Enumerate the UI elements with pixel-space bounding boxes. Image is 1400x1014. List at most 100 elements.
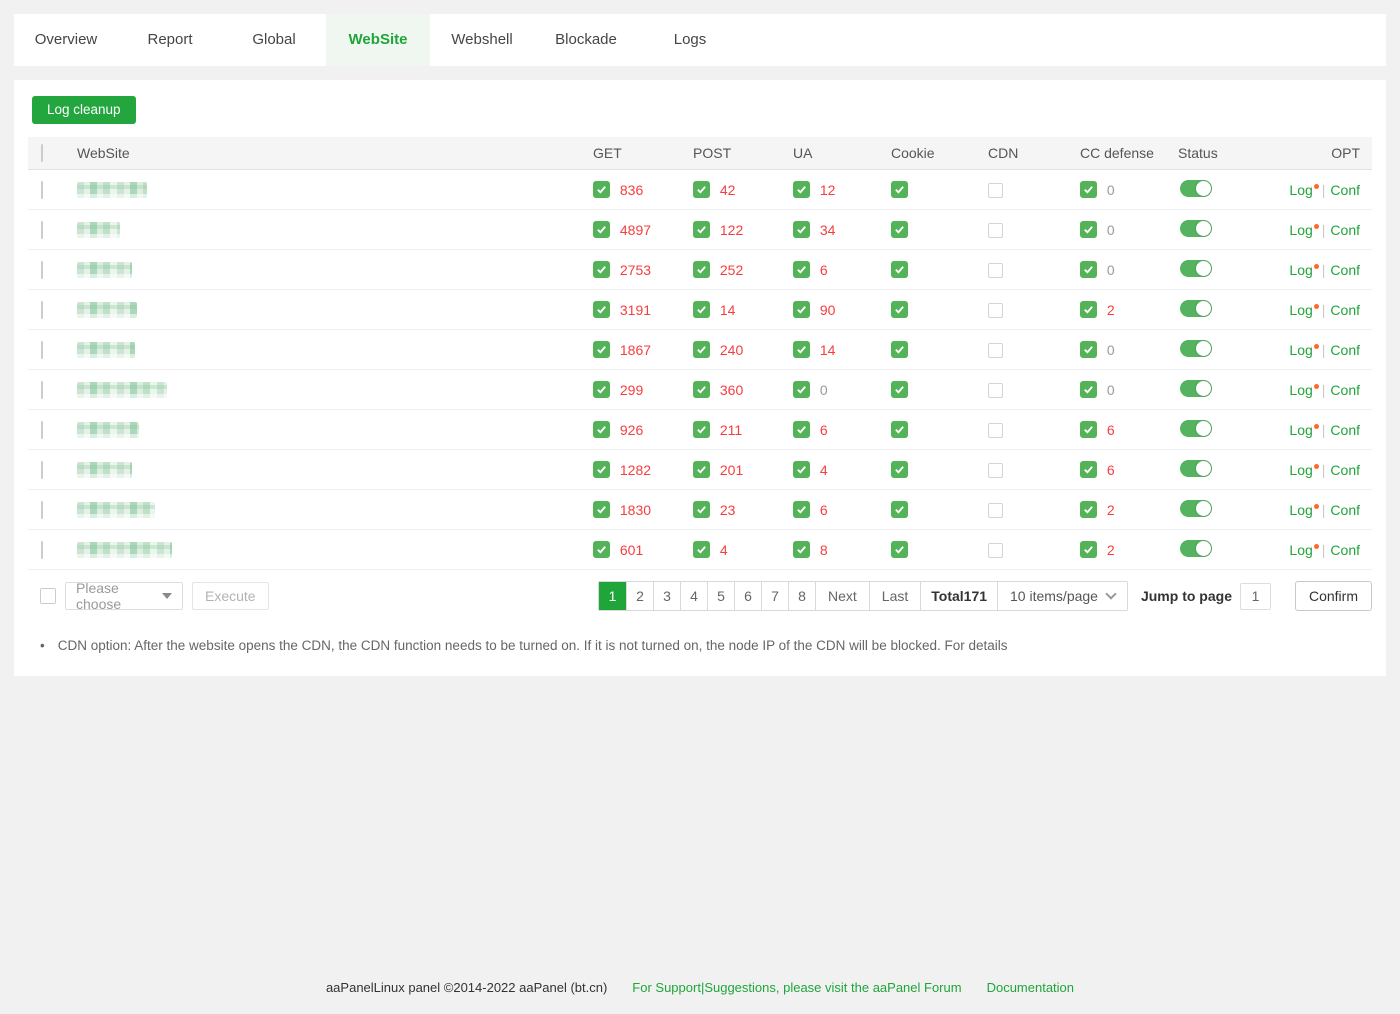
ua-enabled-checkbox[interactable] (793, 541, 810, 558)
cdn-checkbox[interactable] (988, 343, 1003, 358)
cc-defense-enabled-checkbox[interactable] (1080, 461, 1097, 478)
row-checkbox[interactable] (41, 261, 43, 279)
cc-defense-count[interactable]: 0 (1107, 222, 1115, 238)
post-enabled-checkbox[interactable] (693, 221, 710, 238)
get-enabled-checkbox[interactable] (593, 261, 610, 278)
cdn-checkbox[interactable] (988, 463, 1003, 478)
get-enabled-checkbox[interactable] (593, 461, 610, 478)
conf-link[interactable]: Conf (1330, 382, 1360, 398)
get-count[interactable]: 1830 (620, 502, 651, 518)
row-checkbox[interactable] (41, 341, 43, 359)
log-link[interactable]: Log (1289, 342, 1318, 358)
status-toggle[interactable] (1180, 180, 1212, 197)
tab-overview[interactable]: Overview (14, 14, 118, 66)
conf-link[interactable]: Conf (1330, 222, 1360, 238)
log-link[interactable]: Log (1289, 222, 1318, 238)
conf-link[interactable]: Conf (1330, 262, 1360, 278)
get-enabled-checkbox[interactable] (593, 301, 610, 318)
status-toggle[interactable] (1180, 540, 1212, 557)
status-toggle[interactable] (1180, 220, 1212, 237)
cookie-enabled-checkbox[interactable] (891, 181, 908, 198)
ua-count[interactable]: 90 (820, 302, 836, 318)
cookie-enabled-checkbox[interactable] (891, 221, 908, 238)
get-count[interactable]: 601 (620, 542, 643, 558)
tab-report[interactable]: Report (118, 14, 222, 66)
execute-button[interactable]: Execute (192, 582, 269, 610)
row-checkbox[interactable] (41, 421, 43, 439)
tab-blockade[interactable]: Blockade (534, 14, 638, 66)
post-count[interactable]: 240 (720, 342, 743, 358)
bulk-action-select[interactable]: Please choose (65, 582, 183, 610)
cookie-enabled-checkbox[interactable] (891, 461, 908, 478)
cookie-enabled-checkbox[interactable] (891, 501, 908, 518)
support-forum-link[interactable]: For Support|Suggestions, please visit th… (632, 980, 961, 995)
post-enabled-checkbox[interactable] (693, 501, 710, 518)
tab-website[interactable]: WebSite (326, 14, 430, 66)
ua-enabled-checkbox[interactable] (793, 261, 810, 278)
post-count[interactable]: 122 (720, 222, 743, 238)
cookie-enabled-checkbox[interactable] (891, 541, 908, 558)
status-toggle[interactable] (1180, 340, 1212, 357)
cookie-enabled-checkbox[interactable] (891, 341, 908, 358)
conf-link[interactable]: Conf (1330, 462, 1360, 478)
pager-page-button[interactable]: 7 (761, 582, 788, 610)
get-enabled-checkbox[interactable] (593, 181, 610, 198)
get-enabled-checkbox[interactable] (593, 341, 610, 358)
status-toggle[interactable] (1180, 380, 1212, 397)
cdn-checkbox[interactable] (988, 183, 1003, 198)
cc-defense-count[interactable]: 2 (1107, 502, 1115, 518)
cdn-checkbox[interactable] (988, 423, 1003, 438)
pager-last[interactable]: Last (869, 582, 920, 610)
pager-page-button[interactable]: 8 (788, 582, 815, 610)
documentation-link[interactable]: Documentation (987, 980, 1074, 995)
ua-enabled-checkbox[interactable] (793, 461, 810, 478)
conf-link[interactable]: Conf (1330, 502, 1360, 518)
cc-defense-enabled-checkbox[interactable] (1080, 221, 1097, 238)
post-count[interactable]: 360 (720, 382, 743, 398)
select-all-checkbox[interactable] (41, 144, 43, 162)
post-count[interactable]: 14 (720, 302, 736, 318)
cdn-checkbox[interactable] (988, 263, 1003, 278)
get-enabled-checkbox[interactable] (593, 501, 610, 518)
ua-enabled-checkbox[interactable] (793, 421, 810, 438)
get-count[interactable]: 3191 (620, 302, 651, 318)
get-count[interactable]: 1282 (620, 462, 651, 478)
pager-page-button[interactable]: 5 (707, 582, 734, 610)
ua-count[interactable]: 4 (820, 462, 828, 478)
cookie-enabled-checkbox[interactable] (891, 381, 908, 398)
pager-page-button[interactable]: 4 (680, 582, 707, 610)
log-link[interactable]: Log (1289, 262, 1318, 278)
status-toggle[interactable] (1180, 500, 1212, 517)
row-checkbox[interactable] (41, 501, 43, 519)
status-toggle[interactable] (1180, 260, 1212, 277)
status-toggle[interactable] (1180, 300, 1212, 317)
cdn-checkbox[interactable] (988, 543, 1003, 558)
pager-page-button[interactable]: 2 (626, 582, 653, 610)
cc-defense-count[interactable]: 0 (1107, 382, 1115, 398)
ua-enabled-checkbox[interactable] (793, 341, 810, 358)
post-enabled-checkbox[interactable] (693, 381, 710, 398)
cookie-enabled-checkbox[interactable] (891, 421, 908, 438)
cc-defense-enabled-checkbox[interactable] (1080, 421, 1097, 438)
log-cleanup-button[interactable]: Log cleanup (32, 96, 136, 124)
ua-count[interactable]: 6 (820, 502, 828, 518)
get-enabled-checkbox[interactable] (593, 541, 610, 558)
get-enabled-checkbox[interactable] (593, 381, 610, 398)
conf-link[interactable]: Conf (1330, 422, 1360, 438)
conf-link[interactable]: Conf (1330, 542, 1360, 558)
ua-enabled-checkbox[interactable] (793, 501, 810, 518)
ua-count[interactable]: 12 (820, 182, 836, 198)
log-link[interactable]: Log (1289, 182, 1318, 198)
row-checkbox[interactable] (41, 181, 43, 199)
post-count[interactable]: 23 (720, 502, 736, 518)
status-toggle[interactable] (1180, 460, 1212, 477)
cdn-checkbox[interactable] (988, 503, 1003, 518)
conf-link[interactable]: Conf (1330, 182, 1360, 198)
pager-next[interactable]: Next (815, 582, 869, 610)
tab-logs[interactable]: Logs (638, 14, 742, 66)
cookie-enabled-checkbox[interactable] (891, 301, 908, 318)
ua-enabled-checkbox[interactable] (793, 301, 810, 318)
cc-defense-count[interactable]: 0 (1107, 182, 1115, 198)
ua-count[interactable]: 6 (820, 262, 828, 278)
cc-defense-enabled-checkbox[interactable] (1080, 541, 1097, 558)
